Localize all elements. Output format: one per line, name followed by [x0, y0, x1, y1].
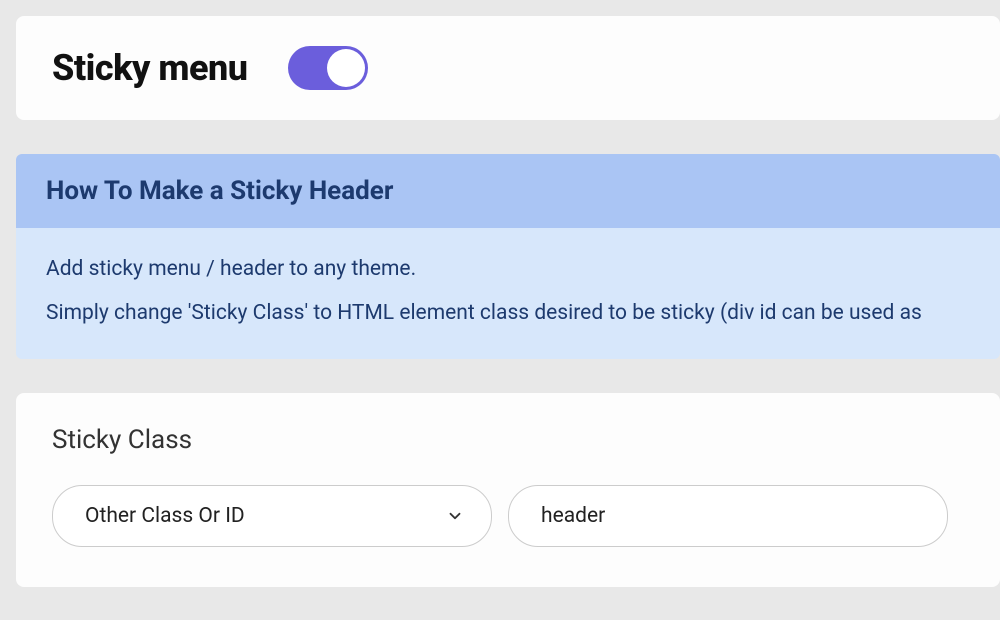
sticky-class-select[interactable]: Other Class Or ID	[52, 485, 492, 547]
sticky-class-select-wrapper: Other Class Or ID	[52, 485, 492, 547]
page-title: Sticky menu	[52, 47, 248, 89]
sticky-class-input[interactable]	[508, 485, 948, 547]
info-line-2: Simply change 'Sticky Class' to HTML ele…	[46, 298, 970, 330]
toggle-knob	[327, 49, 365, 87]
sticky-class-card: Sticky Class Other Class Or ID	[16, 393, 1000, 587]
header-card: Sticky menu	[16, 16, 1000, 120]
sticky-class-label: Sticky Class	[52, 425, 964, 455]
info-header: How To Make a Sticky Header	[16, 154, 1000, 228]
sticky-menu-toggle[interactable]	[288, 46, 368, 90]
info-box: How To Make a Sticky Header Add sticky m…	[16, 154, 1000, 359]
controls-row: Other Class Or ID	[52, 485, 964, 547]
info-title: How To Make a Sticky Header	[46, 176, 970, 206]
info-line-1: Add sticky menu / header to any theme.	[46, 254, 970, 286]
info-body: Add sticky menu / header to any theme. S…	[16, 228, 1000, 359]
